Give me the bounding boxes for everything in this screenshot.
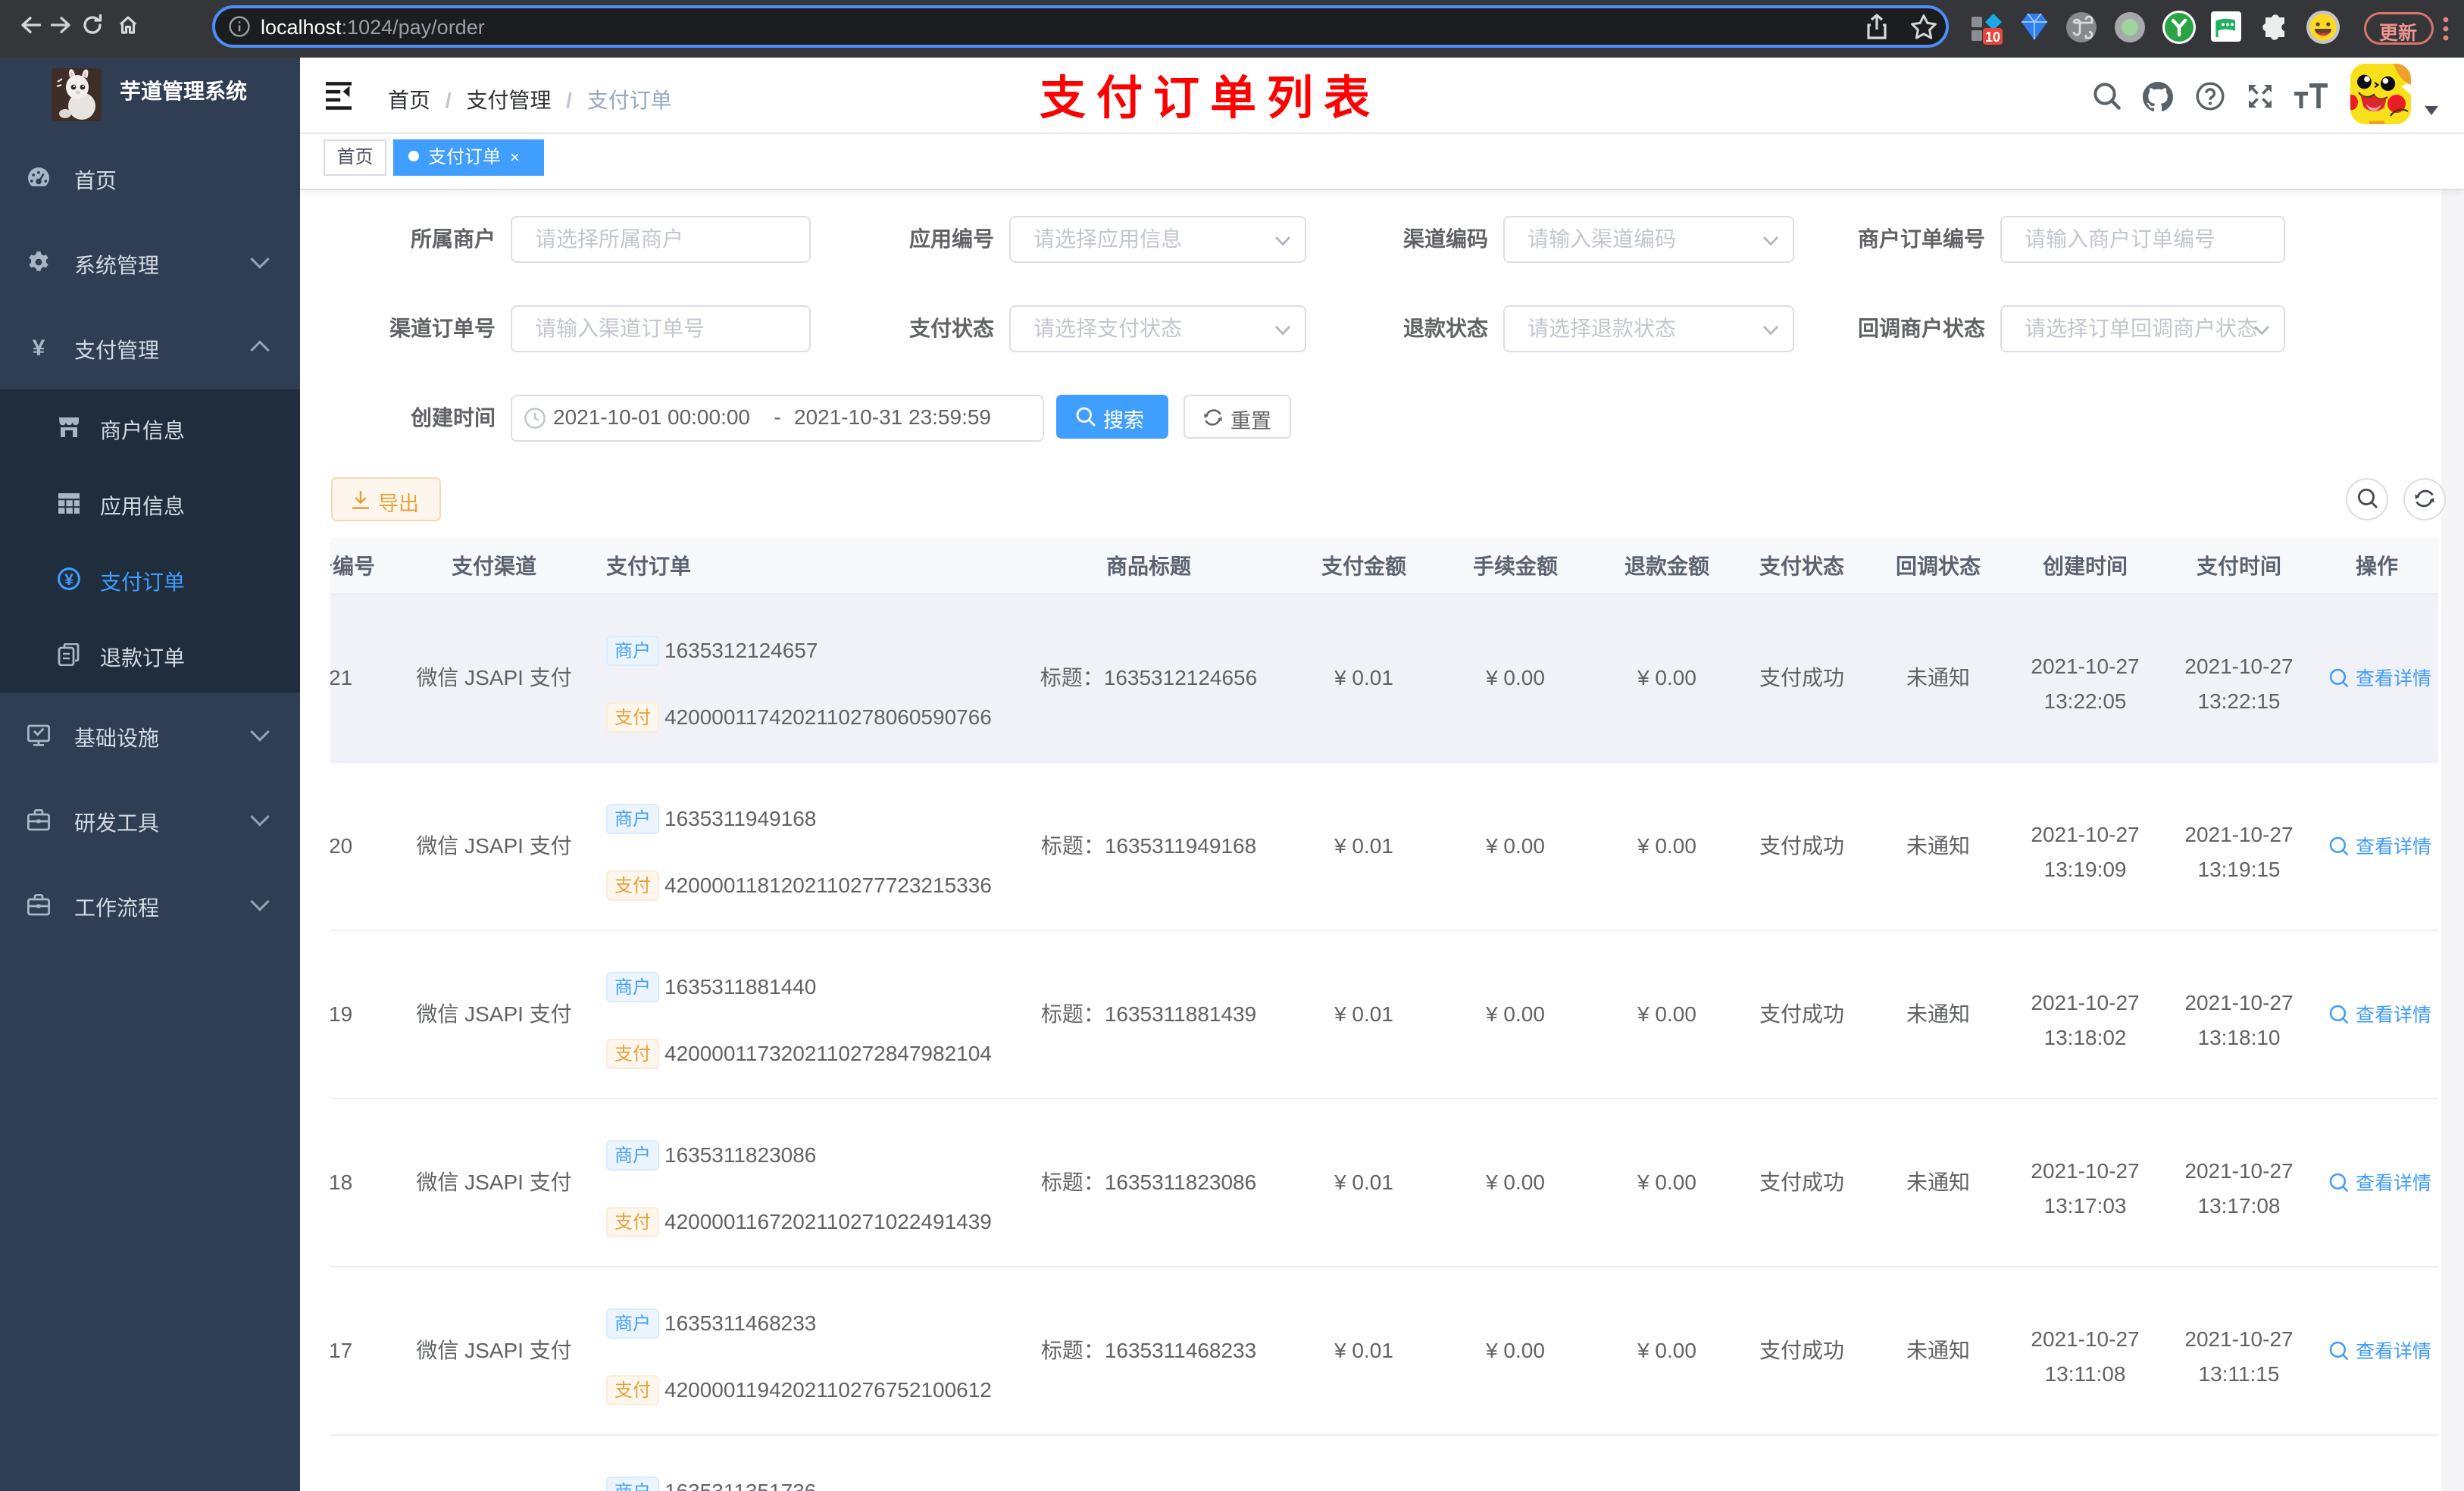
svg-text:¥: ¥	[33, 336, 45, 358]
svg-text:¥: ¥	[64, 571, 73, 589]
svg-text:10: 10	[1985, 30, 2000, 45]
